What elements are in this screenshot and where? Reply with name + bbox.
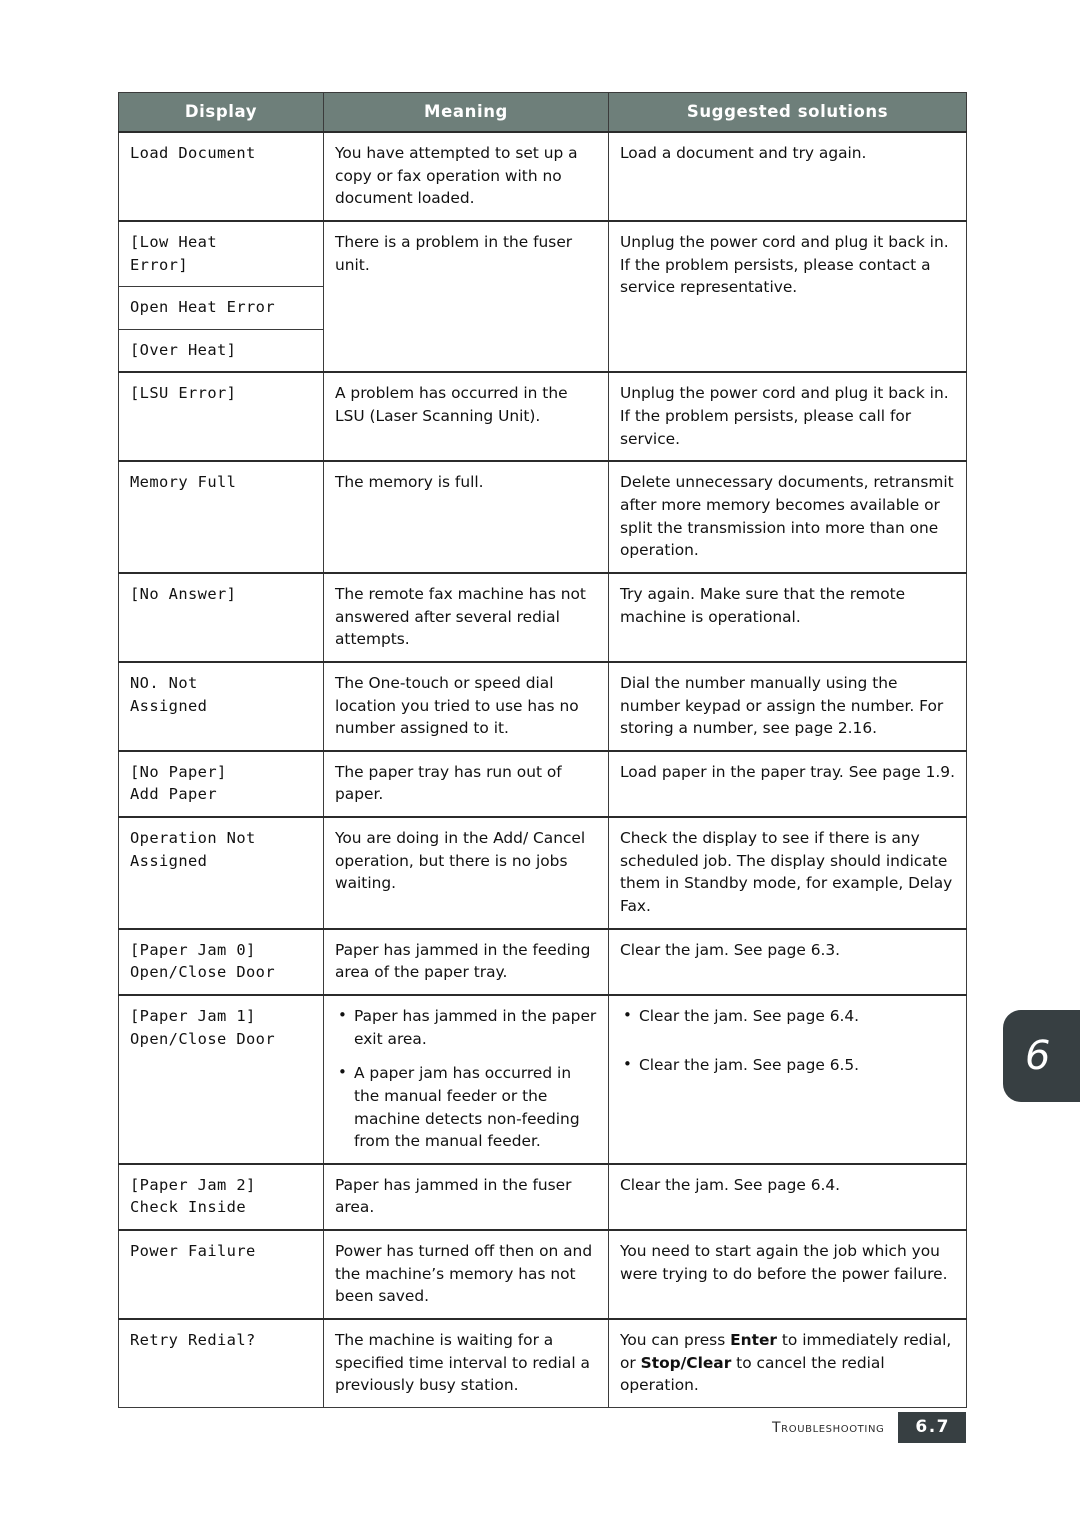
table-header-row: Display Meaning Suggested solutions <box>118 92 967 133</box>
list-item: Clear the jam. See page 6.5. <box>623 1053 955 1077</box>
display-code: [Low Heat Error] <box>118 219 324 288</box>
solution-text: Unplug the power cord and plug it back i… <box>608 371 967 462</box>
solution-bullet-list: Clear the jam. See page 6.4. Clear the ja… <box>608 993 967 1165</box>
display-code: [Paper Jam 1] Open/Close Door <box>118 993 324 1165</box>
display-code: Power Failure <box>118 1229 324 1320</box>
meaning-text: You have attempted to set up a copy or f… <box>323 131 609 222</box>
page-footer: Troubleshooting 6.7 <box>0 1412 966 1443</box>
meaning-text: The One-touch or speed dial location you… <box>323 660 609 752</box>
table-row: [Paper Jam 1] Open/Close Door Paper has … <box>118 993 967 1165</box>
list-item: Paper has jammed in the paper exit area. <box>338 1004 597 1050</box>
list-item: Clear the jam. See page 6.4. <box>623 1004 955 1028</box>
meaning-text: You are doing in the Add/ Cancel operati… <box>323 816 609 930</box>
display-code: [Paper Jam 0] Open/Close Door <box>118 927 324 996</box>
column-header-display: Display <box>118 92 324 133</box>
table-row: [No Paper] Add Paper The paper tray has … <box>118 749 967 818</box>
display-code: [Over Heat] <box>118 328 324 373</box>
solution-text: Clear the jam. See page 6.3. <box>608 927 967 996</box>
meaning-bullet-list: Paper has jammed in the paper exit area.… <box>323 993 609 1165</box>
display-code: [Paper Jam 2] Check Inside <box>118 1162 324 1231</box>
display-code: Operation Not Assigned <box>118 816 324 930</box>
display-code: [No Answer] <box>118 571 324 663</box>
solution-text: Check the display to see if there is any… <box>608 816 967 930</box>
meaning-text: A problem has occurred in the LSU (Laser… <box>323 371 609 462</box>
table-row: Load Document You have attempted to set … <box>118 131 967 222</box>
meaning-text: Paper has jammed in the fuser area. <box>323 1162 609 1231</box>
solution-text: Dial the number manually using the numbe… <box>608 660 967 752</box>
error-messages-table: Display Meaning Suggested solutions Load… <box>118 92 967 1408</box>
table-row: Power Failure Power has turned off then … <box>118 1229 967 1320</box>
display-code: NO. Not Assigned <box>118 660 324 752</box>
solution-text: Load a document and try again. <box>608 131 967 222</box>
chapter-tab-number: 6 <box>1003 1010 1080 1102</box>
solution-text: Load paper in the paper tray. See page 1… <box>608 749 967 818</box>
meaning-text: The paper tray has run out of paper. <box>323 749 609 818</box>
bullet-list: Paper has jammed in the paper exit area.… <box>335 1004 597 1153</box>
meaning-text: The remote fax machine has not answered … <box>323 571 609 663</box>
solution-text: Unplug the power cord and plug it back i… <box>608 219 967 373</box>
footer-page-number: 6.7 <box>898 1412 966 1443</box>
bullet-list: Clear the jam. See page 6.4. Clear the ja… <box>620 1004 955 1077</box>
display-code: Load Document <box>118 131 324 222</box>
table-row: [Low Heat Error] There is a problem in t… <box>118 219 967 373</box>
table-row: [No Answer] The remote fax machine has n… <box>118 571 967 663</box>
meaning-text: The memory is full. <box>323 460 609 574</box>
footer-section-label: Troubleshooting <box>772 1419 885 1436</box>
meaning-text: There is a problem in the fuser unit. <box>323 219 609 373</box>
display-code: Open Heat Error <box>118 286 324 330</box>
solution-text: You need to start again the job which yo… <box>608 1229 967 1320</box>
text-run: You can press <box>620 1330 731 1349</box>
display-code: [LSU Error] <box>118 371 324 462</box>
display-code: Retry Redial? <box>118 1317 324 1408</box>
key-label: Stop/Clear <box>640 1353 732 1372</box>
display-code: Memory Full <box>118 460 324 574</box>
table-row: [LSU Error] A problem has occurred in th… <box>118 371 967 462</box>
solution-text: Try again. Make sure that the remote mac… <box>608 571 967 663</box>
meaning-text: Paper has jammed in the feeding area of … <box>323 927 609 996</box>
solution-text: Clear the jam. See page 6.4. <box>608 1162 967 1231</box>
table-row: NO. Not Assigned The One-touch or speed … <box>118 660 967 752</box>
solution-rich-text: You can press Enter to immediately redia… <box>608 1317 967 1408</box>
display-code: [No Paper] Add Paper <box>118 749 324 818</box>
table-row: [Paper Jam 2] Check Inside Paper has jam… <box>118 1162 967 1231</box>
list-item: A paper jam has occurred in the manual f… <box>338 1061 597 1153</box>
table-row: Memory Full The memory is full. Delete u… <box>118 460 967 574</box>
solution-text: Delete unnecessary documents, retransmit… <box>608 460 967 574</box>
meaning-text: Power has turned off then on and the mac… <box>323 1229 609 1320</box>
meaning-text: The machine is waiting for a specified t… <box>323 1317 609 1408</box>
key-label: Enter <box>730 1330 777 1349</box>
table-row: Operation Not Assigned You are doing in … <box>118 816 967 930</box>
table-row: [Paper Jam 0] Open/Close Door Paper has … <box>118 927 967 996</box>
column-header-solutions: Suggested solutions <box>608 92 967 133</box>
table-row: Retry Redial? The machine is waiting for… <box>118 1317 967 1408</box>
column-header-meaning: Meaning <box>323 92 609 133</box>
